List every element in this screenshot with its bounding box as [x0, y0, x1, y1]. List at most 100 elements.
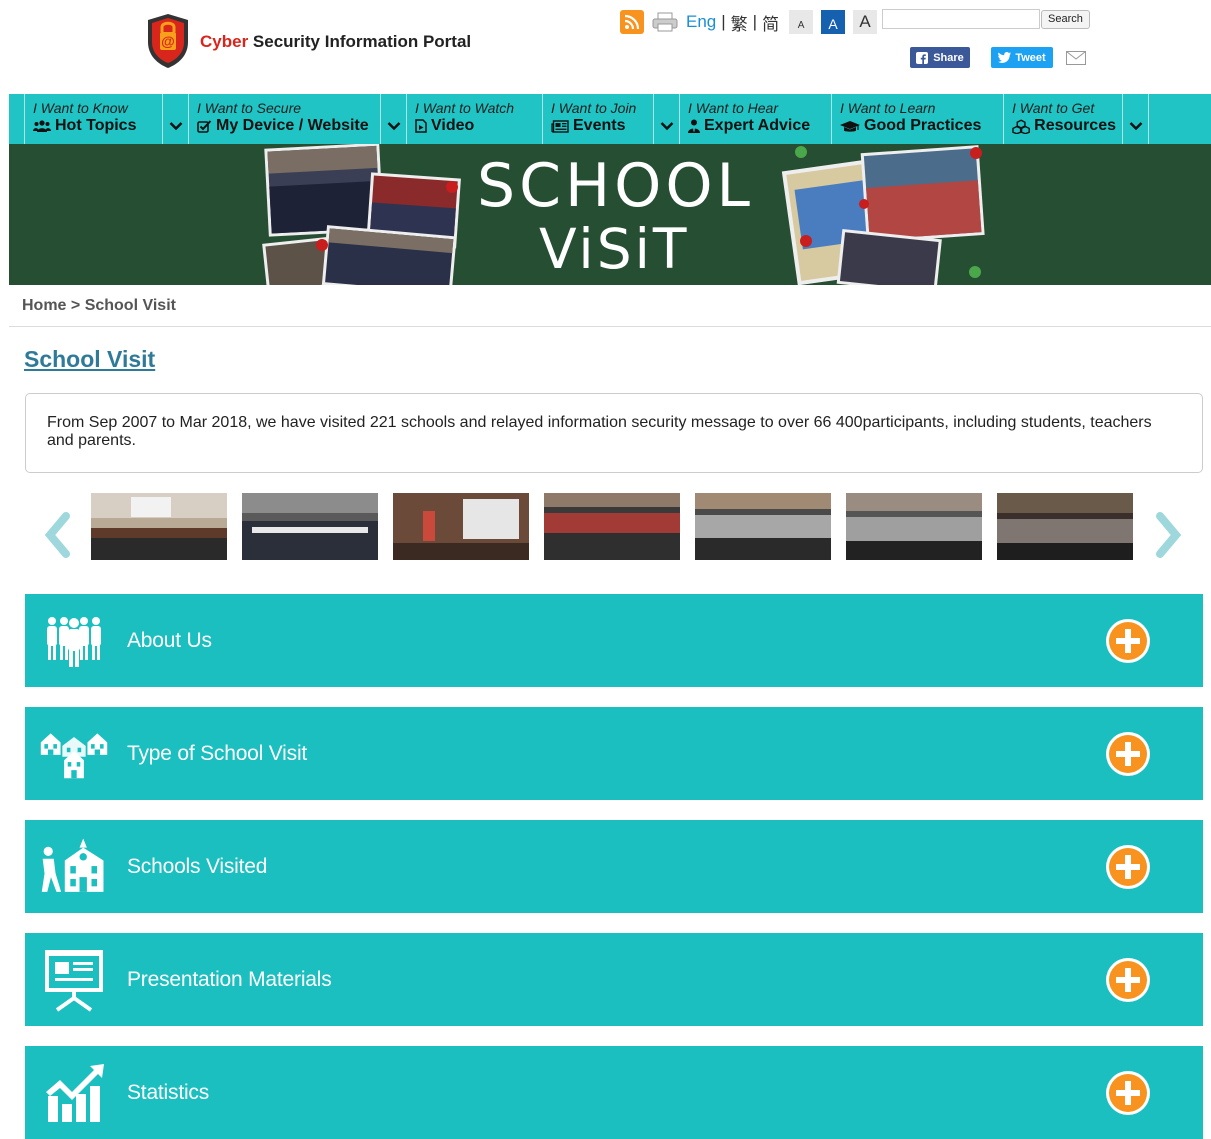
carousel-next-button[interactable]	[1154, 512, 1184, 558]
carousel-photo[interactable]	[91, 493, 227, 560]
carousel-photo[interactable]	[997, 493, 1133, 560]
nav-dropdown-toggle[interactable]	[1123, 94, 1149, 144]
newspaper-icon	[551, 119, 569, 133]
section-type-of-school-visit[interactable]: Type of School Visit	[25, 707, 1203, 800]
user-tie-icon	[688, 119, 700, 133]
section-about-us[interactable]: About Us	[25, 594, 1203, 687]
logo-brand: Cyber	[200, 32, 249, 51]
cubes-icon	[1012, 118, 1030, 134]
logo-subtitle: Security Information Portal	[252, 32, 472, 51]
nav-item-subtitle: I Want to Learn	[840, 100, 936, 116]
email-icon[interactable]	[1066, 51, 1086, 65]
lang-separator: |	[721, 12, 726, 31]
people-group-icon	[39, 610, 109, 672]
nav-item-subtitle: I Want to Join	[551, 100, 637, 116]
tweet-label: Tweet	[1015, 51, 1046, 64]
nav-item-label: My Device / Website	[216, 117, 369, 134]
header-tools: Eng | 繁 | 简 A A A	[620, 9, 878, 35]
carousel-photo[interactable]	[846, 493, 982, 560]
nav-item-label: Video	[431, 117, 475, 134]
lang-traditional-link[interactable]: 繁	[731, 10, 748, 35]
users-icon	[33, 119, 51, 132]
chevron-down-icon	[169, 122, 182, 131]
nav-item-label: Hot Topics	[55, 117, 137, 134]
page-title[interactable]: School Visit	[24, 346, 155, 373]
section-title: Schools Visited	[127, 854, 268, 878]
twitter-tweet-button[interactable]: Tweet	[991, 47, 1053, 68]
lang-separator: |	[752, 12, 758, 31]
photo-carousel	[0, 490, 1211, 562]
nav-item-resources[interactable]: I Want to Get Resources	[1004, 94, 1123, 144]
section-schools-visited[interactable]: Schools Visited	[25, 820, 1203, 913]
section-title: Type of School Visit	[127, 741, 308, 765]
intro-text: From Sep 2007 to Mar 2018, we have visit…	[47, 414, 1152, 449]
nav-item-subtitle: I Want to Know	[33, 100, 128, 116]
lang-english-link[interactable]: Eng	[686, 12, 716, 32]
carousel-photo[interactable]	[242, 493, 378, 560]
banner-title-line1: SCHOOL	[477, 151, 754, 221]
nav-item-video[interactable]: I Want to Watch Video	[407, 94, 543, 144]
breadcrumb[interactable]: Home > School Visit	[22, 297, 176, 315]
carousel-photo[interactable]	[393, 493, 529, 560]
chevron-down-icon	[660, 122, 673, 131]
school-buildings-icon	[39, 723, 109, 785]
search-button[interactable]: Search	[1041, 10, 1090, 29]
facebook-share-button[interactable]: Share	[910, 47, 970, 68]
section-title: Presentation Materials	[127, 967, 332, 991]
shield-lock-icon: @	[144, 12, 192, 70]
nav-item-label: Good Practices	[864, 117, 982, 134]
chevron-down-icon	[387, 122, 400, 131]
site-logo[interactable]: @ Cyber Security Information Portal	[144, 12, 471, 70]
twitter-bird-icon	[998, 52, 1012, 63]
nav-item-subtitle: I Want to Get	[1012, 100, 1095, 116]
nav-item-my-device[interactable]: I Want to Secure My Device / Website	[189, 94, 381, 144]
expand-plus-icon[interactable]	[1104, 956, 1152, 1004]
share-label: Share	[933, 51, 964, 64]
nav-item-label: Events	[573, 117, 626, 134]
font-large-button[interactable]: A	[853, 10, 878, 34]
printer-icon[interactable]	[652, 12, 678, 32]
nav-dropdown-toggle[interactable]	[163, 94, 189, 144]
carousel-photo[interactable]	[695, 493, 831, 560]
main-nav: I Want to Know Hot Topics I Want to Secu…	[9, 94, 1211, 144]
nav-item-expert-advice[interactable]: I Want to Hear Expert Advice	[680, 94, 832, 144]
nav-item-good-practices[interactable]: I Want to Learn Good Practices	[832, 94, 1004, 144]
expand-plus-icon[interactable]	[1104, 730, 1152, 778]
carousel-prev-button[interactable]	[42, 512, 72, 558]
chevron-down-icon	[1129, 122, 1142, 131]
chevron-right-icon	[1156, 512, 1182, 558]
logo-text: Cyber Security Information Portal	[200, 32, 471, 52]
nav-dropdown-toggle[interactable]	[381, 94, 407, 144]
nav-dropdown-toggle[interactable]	[654, 94, 680, 144]
expand-plus-icon[interactable]	[1104, 617, 1152, 665]
nav-item-label: Expert Advice	[704, 117, 811, 134]
section-statistics[interactable]: Statistics	[25, 1046, 1203, 1139]
intro-box: From Sep 2007 to Mar 2018, we have visit…	[25, 393, 1203, 473]
font-size-controls: A A A	[789, 10, 878, 34]
section-title: Statistics	[127, 1080, 210, 1104]
expand-plus-icon[interactable]	[1104, 843, 1152, 891]
facebook-icon	[916, 51, 929, 64]
language-switcher: Eng | 繁 | 简	[686, 10, 779, 35]
presentation-board-icon	[39, 949, 109, 1012]
expand-plus-icon[interactable]	[1104, 1069, 1152, 1117]
font-small-button[interactable]: A	[789, 10, 814, 34]
school-visit-banner: SCHOOL ViSiT	[9, 144, 1211, 285]
nav-item-subtitle: I Want to Watch	[415, 100, 515, 116]
carousel-photo[interactable]	[544, 493, 680, 560]
school-visitor-icon	[39, 836, 109, 898]
rss-icon[interactable]	[620, 10, 644, 34]
lang-simplified-link[interactable]: 简	[762, 10, 779, 35]
checkbox-icon	[197, 119, 212, 133]
video-file-icon	[415, 119, 427, 133]
nav-item-events[interactable]: I Want to Join Events	[543, 94, 654, 144]
search-input[interactable]	[882, 9, 1040, 29]
divider	[9, 326, 1211, 327]
svg-text:@: @	[161, 33, 175, 49]
section-presentation-materials[interactable]: Presentation Materials	[25, 933, 1203, 1026]
nav-item-subtitle: I Want to Secure	[197, 100, 302, 116]
font-medium-button[interactable]: A	[821, 10, 846, 34]
graduation-cap-icon	[840, 120, 860, 132]
nav-item-hot-topics[interactable]: I Want to Know Hot Topics	[25, 94, 163, 144]
site-header: @ Cyber Security Information Portal Eng	[0, 0, 1211, 94]
